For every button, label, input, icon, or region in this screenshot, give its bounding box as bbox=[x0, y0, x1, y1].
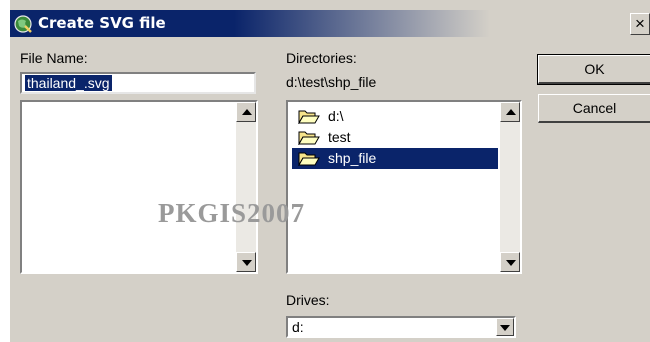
directory-label: d:\ bbox=[328, 108, 344, 124]
title-bar[interactable]: Create SVG file × bbox=[10, 10, 650, 37]
watermark: PKGIS2007 bbox=[158, 198, 306, 228]
scroll-down-button[interactable] bbox=[236, 252, 256, 272]
file-list[interactable] bbox=[20, 100, 258, 274]
file-name-value: thailand_.svg bbox=[25, 75, 112, 91]
drives-selected-value: d: bbox=[292, 319, 304, 335]
cancel-button[interactable]: Cancel bbox=[538, 94, 650, 123]
file-name-label: File Name: bbox=[20, 50, 88, 66]
arrow-down-icon bbox=[242, 260, 252, 266]
directory-label: test bbox=[328, 129, 351, 145]
directory-item-selected[interactable]: shp_file bbox=[292, 148, 498, 169]
open-folder-icon bbox=[298, 152, 320, 166]
chevron-down-icon bbox=[500, 325, 510, 331]
drives-select[interactable]: d: bbox=[286, 316, 516, 338]
scroll-down-button[interactable] bbox=[500, 252, 520, 272]
directory-item[interactable]: test bbox=[292, 127, 498, 148]
directory-label: shp_file bbox=[328, 150, 377, 166]
globe-icon bbox=[14, 15, 32, 33]
directory-item[interactable]: d:\ bbox=[292, 106, 498, 127]
ok-button[interactable]: OK bbox=[537, 54, 650, 85]
directory-list[interactable]: d:\ test shp_file bbox=[286, 100, 522, 274]
scroll-up-button[interactable] bbox=[500, 102, 520, 122]
window-title: Create SVG file bbox=[38, 14, 166, 32]
arrow-down-icon bbox=[506, 260, 516, 266]
close-button[interactable]: × bbox=[630, 13, 650, 35]
current-path: d:\test\shp_file bbox=[286, 74, 377, 90]
open-folder-icon bbox=[298, 110, 320, 124]
open-folder-icon bbox=[298, 131, 320, 145]
file-list-scrollbar[interactable] bbox=[236, 102, 256, 272]
drives-dropdown-button[interactable] bbox=[496, 318, 514, 336]
arrow-up-icon bbox=[506, 109, 516, 115]
arrow-up-icon bbox=[242, 109, 252, 115]
close-icon: × bbox=[635, 14, 645, 33]
drives-label: Drives: bbox=[286, 292, 330, 308]
directory-list-scrollbar[interactable] bbox=[500, 102, 520, 272]
file-name-input[interactable]: thailand_.svg bbox=[20, 72, 256, 94]
scroll-up-button[interactable] bbox=[236, 102, 256, 122]
directories-label: Directories: bbox=[286, 50, 357, 66]
